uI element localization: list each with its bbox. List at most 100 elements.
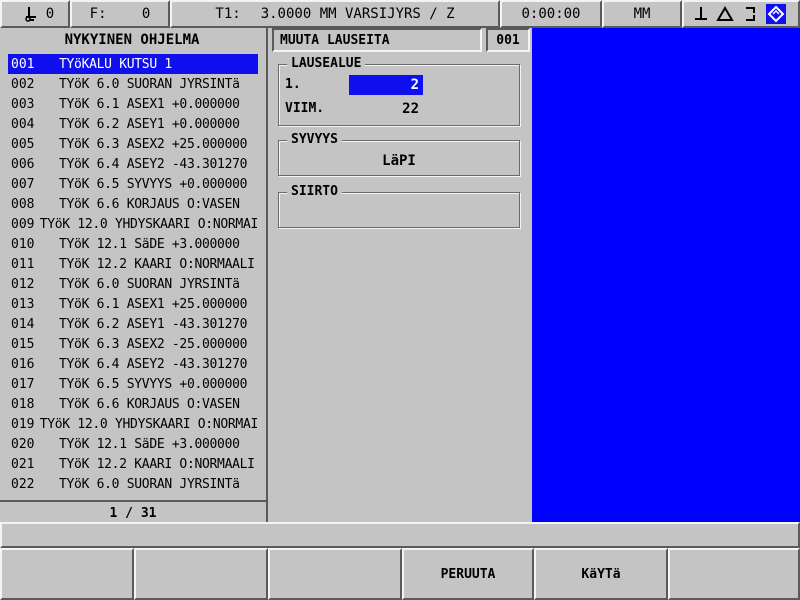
row-text: TYöK 12.2 KAARI O:NORMAALI [59, 256, 255, 272]
feed-value: 0 [141, 6, 151, 22]
program-row[interactable]: 016 TYöK 6.4 ASEY2 -43.301270 [8, 354, 258, 374]
feed-label: F: [89, 6, 107, 22]
tool-info-label: T1: [215, 6, 241, 22]
block-number: 001 [486, 28, 530, 52]
row-number: 002 [11, 76, 35, 92]
last-label: VIIM. [285, 101, 325, 116]
cancel-button[interactable]: PERUUTA [402, 548, 534, 600]
units-value: MM [633, 6, 651, 22]
row-number: 020 [11, 436, 35, 452]
row-text: TYöKALU KUTSU 1 [59, 56, 172, 72]
row-number: 022 [11, 476, 35, 492]
timer-status: 0:00:00 [500, 0, 602, 28]
depth-field[interactable]: LäPI [279, 153, 519, 169]
program-row[interactable]: 005 TYöK 6.3 ASEX2 +25.000000 [8, 134, 258, 154]
row-text: TYöK 6.5 SYVYYS +0.000000 [59, 176, 248, 192]
last-field[interactable]: 22 [349, 99, 423, 119]
row-text: TYöK 6.1 ASEX1 +25.000000 [59, 296, 248, 312]
row-number: 006 [11, 156, 35, 172]
program-row[interactable]: 017 TYöK 6.5 SYVYYS +0.000000 [8, 374, 258, 394]
row-number: 016 [11, 356, 35, 372]
program-row[interactable]: 019 TYöK 12.0 YHDYSKAARI O:NORMAI [8, 414, 258, 434]
depth-label: SYVYYS [287, 132, 342, 147]
program-row[interactable]: 008 TYöK 6.6 KORJAUS O:VASEN [8, 194, 258, 214]
row-text: TYöK 6.2 ASEY1 -43.301270 [59, 316, 248, 332]
row-text: TYöK 6.3 ASEX2 -25.000000 [59, 336, 248, 352]
page-indicator: 1 / 31 [0, 500, 266, 524]
row-number: 017 [11, 376, 35, 392]
row-text: TYöK 6.6 KORJAUS O:VASEN [59, 196, 240, 212]
softkey-6[interactable] [668, 548, 800, 600]
message-bar [0, 522, 800, 548]
row-number: 004 [11, 116, 35, 132]
program-row[interactable]: 012 TYöK 6.0 SUORAN JYRSINTä [8, 274, 258, 294]
row-text: TYöK 6.5 SYVYYS +0.000000 [59, 376, 248, 392]
row-text: TYöK 6.0 SUORAN JYRSINTä [59, 76, 240, 92]
row-number: 018 [11, 396, 35, 412]
program-row[interactable]: 007 TYöK 6.5 SYVYYS +0.000000 [8, 174, 258, 194]
row-number: 021 [11, 456, 35, 472]
program-row[interactable]: 014 TYöK 6.2 ASEY1 -43.301270 [8, 314, 258, 334]
program-row[interactable]: 009 TYöK 12.0 YHDYSKAARI O:NORMAI [8, 214, 258, 234]
first-label: 1. [285, 77, 301, 92]
program-row[interactable]: 006 TYöK 6.4 ASEY2 -43.301270 [8, 154, 258, 174]
apply-button[interactable]: KäYTä [534, 548, 668, 600]
tool-status-value: 0 [45, 6, 55, 22]
row-text: TYöK 6.4 ASEY2 -43.301270 [59, 156, 248, 172]
program-row[interactable]: 003 TYöK 6.1 ASEX1 +0.000000 [8, 94, 258, 114]
row-text: TYöK 6.4 ASEY2 -43.301270 [59, 356, 248, 372]
row-number: 010 [11, 236, 35, 252]
program-row[interactable]: 013 TYöK 6.1 ASEX1 +25.000000 [8, 294, 258, 314]
row-number: 008 [11, 196, 35, 212]
program-row[interactable]: 018 TYöK 6.6 KORJAUS O:VASEN [8, 394, 258, 414]
tool-spec: 3.0000 MM VARSIJYRS / Z [260, 6, 455, 22]
tool-icon [22, 5, 40, 23]
softkey-2[interactable] [134, 548, 268, 600]
row-number: 009 [11, 216, 35, 232]
edit-panel: MUUTA LAUSEITA 001 LAUSEALUE 1. 2 VIIM. … [266, 28, 532, 522]
program-row[interactable]: 002 TYöK 6.0 SUORAN JYRSINTä [8, 74, 258, 94]
delta-icon [716, 5, 734, 23]
feed-status: F: 0 [70, 0, 170, 28]
diamond-icon [766, 4, 786, 24]
row-text: TYöK 6.0 SUORAN JYRSINTä [59, 276, 240, 292]
row-text: TYöK 6.2 ASEY1 +0.000000 [59, 116, 240, 132]
program-row[interactable]: 004 TYöK 6.2 ASEY1 +0.000000 [8, 114, 258, 134]
row-number: 007 [11, 176, 35, 192]
softkey-1[interactable] [0, 548, 134, 600]
first-field[interactable]: 2 [349, 75, 423, 95]
row-text: TYöK 12.1 SäDE +3.000000 [59, 436, 240, 452]
program-title: NYKYINEN OHJELMA [64, 32, 200, 48]
program-row[interactable]: 015 TYöK 6.3 ASEX2 -25.000000 [8, 334, 258, 354]
row-number: 014 [11, 316, 35, 332]
row-number: 019 [11, 416, 35, 432]
row-number: 011 [11, 256, 35, 272]
offset-field[interactable] [279, 205, 519, 223]
block-range-group: LAUSEALUE 1. 2 VIIM. 22 [278, 56, 520, 126]
offset-group: SIIRTO [278, 184, 520, 228]
program-row[interactable]: 001 TYöKALU KUTSU 1 [8, 54, 258, 74]
program-row[interactable]: 010 TYöK 12.1 SäDE +3.000000 [8, 234, 258, 254]
softkey-3[interactable] [268, 548, 402, 600]
status-bar: 0 F: 0 T1: 3.0000 MM VARSIJYRS / Z 0:00:… [0, 0, 800, 28]
program-list[interactable]: 001 TYöKALU KUTSU 1 002 TYöK 6.0 SUORAN JYR… [8, 54, 258, 520]
row-text: TYöK 12.2 KAARI O:NORMAALI [59, 456, 255, 472]
block-range-label: LAUSEALUE [287, 56, 366, 71]
program-row[interactable]: 022 TYöK 6.0 SUORAN JYRSINTä [8, 474, 258, 494]
row-text: TYöK 12.0 YHDYSKAARI O:NORMAI [39, 216, 258, 232]
row-text: TYöK 6.3 ASEX2 +25.000000 [59, 136, 248, 152]
program-row[interactable]: 021 TYöK 12.2 KAARI O:NORMAALI [8, 454, 258, 474]
program-row[interactable]: 011 TYöK 12.2 KAARI O:NORMAALI [8, 254, 258, 274]
row-number: 003 [11, 96, 35, 112]
row-number: 005 [11, 136, 35, 152]
depth-group: SYVYYS LäPI [278, 132, 520, 176]
row-text: TYöK 12.1 SäDE +3.000000 [59, 236, 240, 252]
row-number: 013 [11, 296, 35, 312]
program-row[interactable]: 020 TYöK 12.1 SäDE +3.000000 [8, 434, 258, 454]
timer-value: 0:00:00 [521, 6, 581, 22]
row-text: TYöK 6.6 KORJAUS O:VASEN [59, 396, 240, 412]
row-number: 001 [11, 56, 35, 72]
units-status: MM [602, 0, 682, 28]
tool-info-status: T1: 3.0000 MM VARSIJYRS / Z [170, 0, 500, 28]
row-text: TYöK 6.0 SUORAN JYRSINTä [59, 476, 240, 492]
